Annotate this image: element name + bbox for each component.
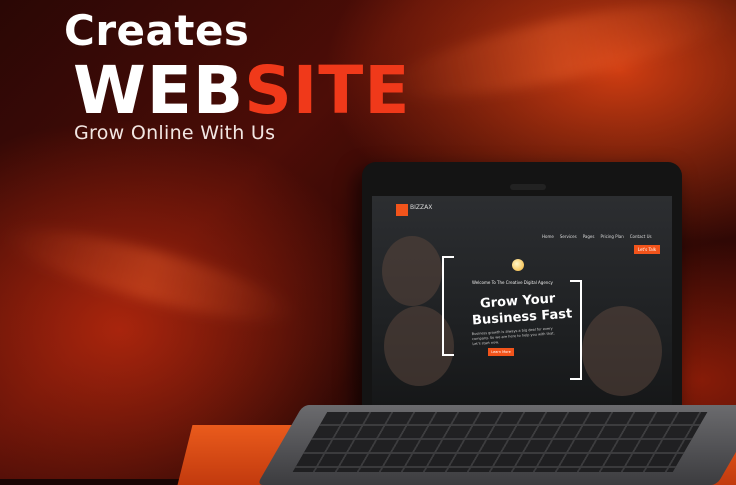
- headline-web: WEB: [73, 52, 245, 129]
- mockup-nav-item[interactable]: Home: [542, 234, 554, 239]
- mockup-nav-item[interactable]: Services: [560, 234, 577, 239]
- mockup-nav-item[interactable]: Pages: [583, 234, 595, 239]
- mockup-photo-person: [582, 306, 662, 396]
- mockup-orb-icon: [512, 259, 524, 271]
- mockup-logo-icon: [396, 204, 408, 216]
- laptop-screen: BIZZAX Home Services Pages Pricing Plan …: [372, 196, 672, 421]
- mockup-body-text: Business growth is always a big deal for…: [471, 326, 555, 347]
- headline-site: SITE: [244, 52, 411, 129]
- mockup-bracket-left: [442, 256, 454, 356]
- mockup-bracket-right: [570, 280, 582, 380]
- mockup-nav-item[interactable]: Contact Us: [630, 234, 652, 239]
- mockup-photo-person: [382, 236, 442, 306]
- mockup-welcome: Welcome To The Creative Digital Agency: [472, 280, 553, 285]
- headline-creates: Creates: [64, 6, 250, 55]
- headline-website: WEBSITE: [73, 52, 410, 129]
- mockup-nav-item[interactable]: Pricing Plan: [600, 234, 623, 239]
- mockup-nav: Home Services Pages Pricing Plan Contact…: [542, 234, 652, 239]
- tagline: Grow Online With Us: [74, 122, 276, 144]
- mockup-learn-more-button[interactable]: Learn More: [488, 348, 514, 356]
- laptop-keyboard: [292, 412, 708, 472]
- laptop-camera: [510, 184, 546, 190]
- mockup-cta-button[interactable]: Let's Talk: [634, 245, 660, 254]
- mockup-logo-text: BIZZAX: [410, 204, 433, 211]
